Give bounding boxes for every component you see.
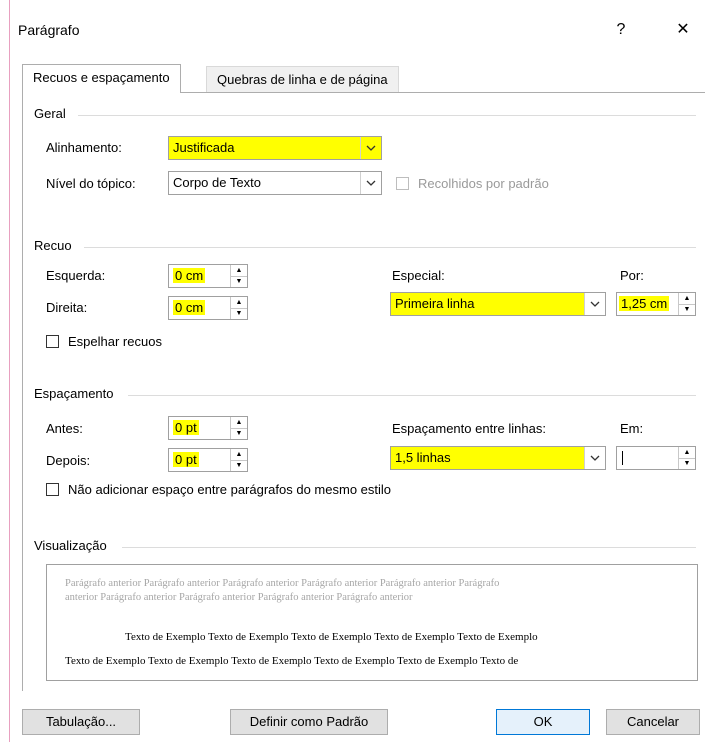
especial-value: Primeira linha: [395, 296, 475, 311]
group-geral-title: Geral: [34, 106, 66, 121]
depois-value[interactable]: 0 pt: [173, 452, 199, 467]
entre-linhas-select[interactable]: 1,5 linhas: [390, 446, 606, 470]
antes-value[interactable]: 0 pt: [173, 420, 199, 435]
nao-adicionar-checkbox[interactable]: [46, 483, 59, 496]
nao-adicionar-label: Não adicionar espaço entre parágrafos do…: [68, 482, 392, 497]
spin-down-icon[interactable]: ▼: [231, 460, 247, 471]
divider: [84, 247, 696, 248]
recolhidos-checkbox[interactable]: [396, 177, 409, 190]
preview-sample-line: Texto de Exemplo Texto de Exemplo Texto …: [125, 631, 538, 643]
cancelar-button[interactable]: Cancelar: [606, 709, 700, 735]
help-button[interactable]: ?: [606, 16, 636, 44]
depois-spinner[interactable]: 0 pt ▲ ▼: [168, 448, 248, 472]
esquerda-spinner[interactable]: 0 cm ▲ ▼: [168, 264, 248, 288]
divider: [128, 395, 696, 396]
tab-label: Quebras de linha e de página: [217, 72, 388, 87]
especial-label: Especial:: [392, 268, 445, 283]
entre-linhas-label: Espaçamento entre linhas:: [392, 421, 546, 436]
spin-down-icon[interactable]: ▼: [679, 458, 695, 469]
recolhidos-label: Recolhidos por padrão: [418, 176, 549, 191]
spin-down-icon[interactable]: ▼: [231, 276, 247, 287]
spin-down-icon[interactable]: ▼: [679, 304, 695, 315]
antes-label: Antes:: [46, 421, 83, 436]
direita-label: Direita:: [46, 300, 88, 315]
esquerda-label: Esquerda:: [46, 268, 106, 283]
group-visualizacao-title: Visualização: [34, 538, 107, 553]
antes-spinner[interactable]: 0 pt ▲ ▼: [168, 416, 248, 440]
direita-spinner[interactable]: 0 cm ▲ ▼: [168, 296, 248, 320]
chevron-down-icon[interactable]: [584, 293, 605, 315]
especial-select[interactable]: Primeira linha: [390, 292, 606, 316]
preview-previous-line: Parágrafo anterior Parágrafo anterior Pa…: [65, 578, 500, 589]
depois-label: Depois:: [46, 453, 91, 468]
spin-down-icon[interactable]: ▼: [231, 308, 247, 319]
tab-quebras[interactable]: Quebras de linha e de página: [206, 66, 399, 93]
divider: [78, 115, 696, 116]
espelhar-label: Espelhar recuos: [68, 334, 162, 349]
spin-down-icon[interactable]: ▼: [231, 428, 247, 439]
group-recuo-title: Recuo: [34, 238, 72, 253]
espelhar-checkbox[interactable]: [46, 335, 59, 348]
group-espacamento-title: Espaçamento: [34, 386, 114, 401]
por-spinner[interactable]: 1,25 cm ▲ ▼: [616, 292, 696, 316]
por-label: Por:: [620, 268, 644, 283]
preview-sample-line: Texto de Exemplo Texto de Exemplo Texto …: [65, 655, 519, 667]
preview-previous-line: anterior Parágrafo anterior Parágrafo an…: [65, 592, 413, 603]
tab-label: Recuos e espaçamento: [33, 70, 170, 85]
direita-value[interactable]: 0 cm: [173, 300, 206, 315]
em-label: Em:: [620, 421, 644, 436]
chevron-down-icon[interactable]: [360, 172, 381, 194]
nivel-value: Corpo de Texto: [173, 175, 261, 190]
preview-box: Parágrafo anterior Parágrafo anterior Pa…: [46, 564, 698, 681]
definir-padrao-button[interactable]: Definir como Padrão: [230, 709, 388, 735]
paragraph-dialog: Parágrafo ? ✕ Recuos e espaçamento Quebr…: [0, 0, 705, 742]
por-value[interactable]: 1,25 cm: [619, 296, 670, 311]
em-spinner[interactable]: ▲ ▼: [616, 446, 696, 470]
chevron-down-icon[interactable]: [584, 447, 605, 469]
esquerda-value[interactable]: 0 cm: [173, 268, 206, 283]
chevron-down-icon[interactable]: [360, 137, 381, 159]
nivel-select[interactable]: Corpo de Texto: [168, 171, 382, 195]
text-cursor: [622, 451, 623, 465]
alinhamento-label: Alinhamento:: [46, 140, 122, 155]
tabulacao-button[interactable]: Tabulação...: [22, 709, 140, 735]
entre-linhas-value: 1,5 linhas: [395, 450, 451, 465]
divider: [122, 547, 696, 548]
window-title: Parágrafo: [18, 22, 80, 38]
tab-recuos-espacamento[interactable]: Recuos e espaçamento: [22, 64, 181, 93]
close-button[interactable]: ✕: [668, 16, 698, 44]
alinhamento-select[interactable]: Justificada: [168, 136, 382, 160]
window-border: [9, 0, 10, 742]
nivel-label: Nível do tópico:: [46, 176, 136, 191]
ok-button[interactable]: OK: [496, 709, 590, 735]
alinhamento-value: Justificada: [173, 140, 235, 155]
